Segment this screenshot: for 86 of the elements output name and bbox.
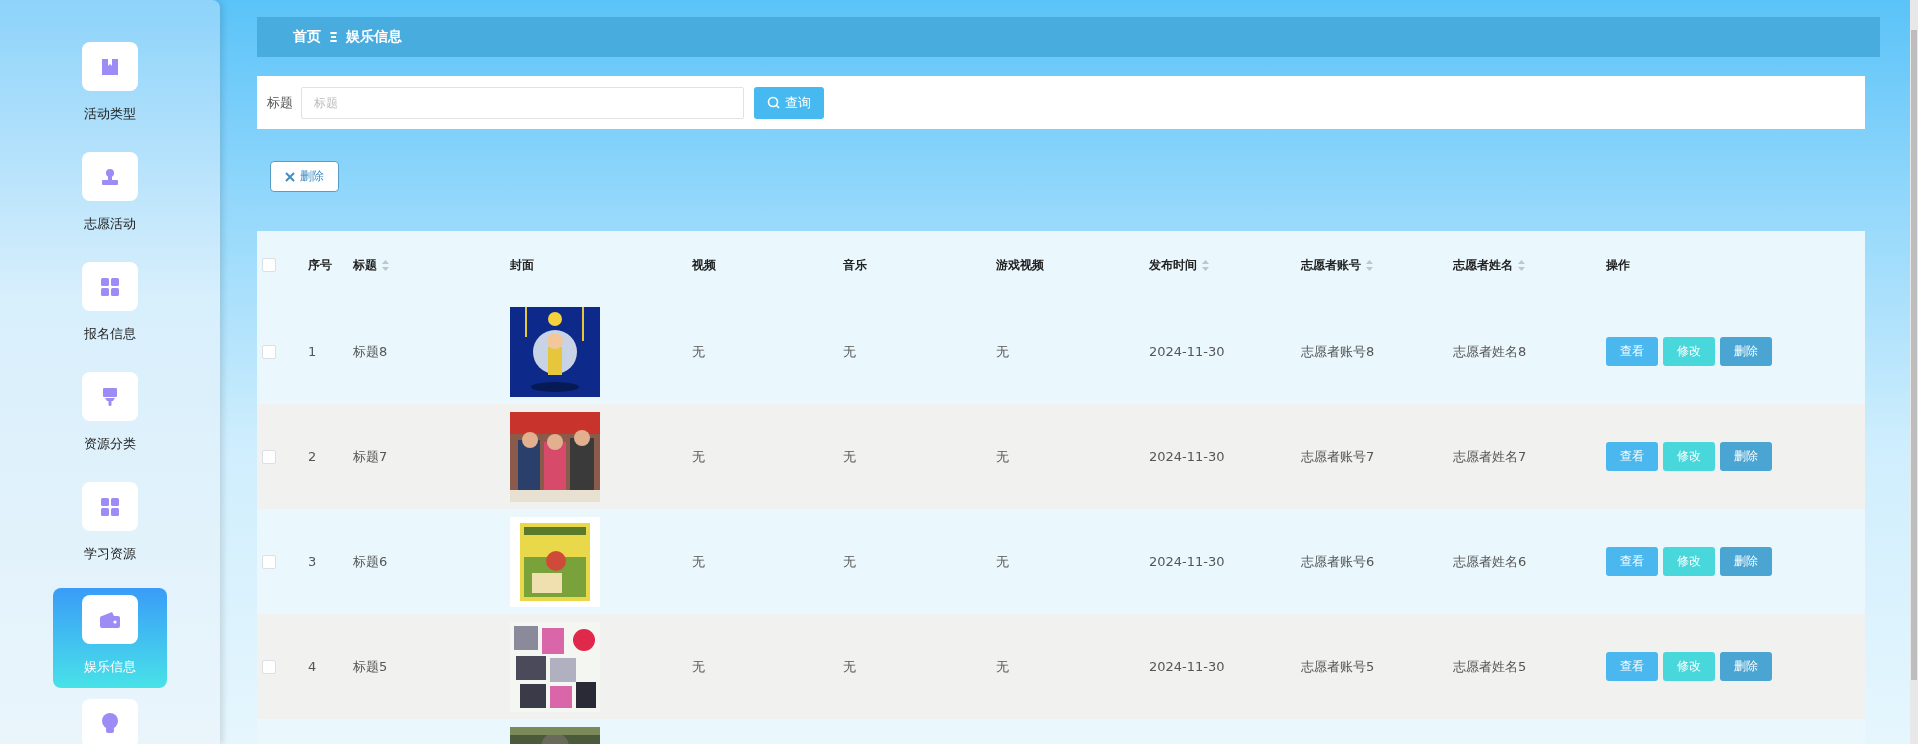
breadcrumb-separator: Ξ [329,29,338,45]
table-cell: 无 [843,447,856,466]
delete-button[interactable]: 删除 [1720,337,1772,366]
edit-button[interactable]: 修改 [1663,547,1715,576]
sidebar-item[interactable]: 志愿活动 [53,151,167,251]
table-cell: 志愿者姓名5 [1453,657,1527,676]
sort-icon[interactable] [382,259,389,271]
scrollbar[interactable] [1910,0,1918,744]
table-cell: 4 [308,659,317,674]
table-cell: 无 [996,657,1009,676]
column-header: 音乐 [843,256,867,274]
delete-button[interactable]: 删除 [1720,652,1772,681]
table-cell: 无 [843,342,856,361]
table-cell: 标题6 [353,552,388,571]
wallet-icon [100,611,120,628]
edit-button[interactable]: 修改 [1663,337,1715,366]
checkbox[interactable] [262,258,276,272]
lightbulb-icon [101,712,119,735]
column-header: 序号 [308,256,332,274]
table-cell: 标题7 [353,447,388,466]
table-cell: 无 [996,342,1009,361]
column-header[interactable]: 志愿者账号 [1301,256,1373,274]
delete-button[interactable]: 删除 [1720,442,1772,471]
close-icon [285,171,295,182]
column-header[interactable]: 标题 [353,256,389,274]
table-cell: 志愿者账号7 [1301,447,1375,466]
table-cell: 无 [996,552,1009,571]
column-header[interactable]: 志愿者姓名 [1453,256,1525,274]
sidebar-item[interactable]: 活动类型 [53,41,167,141]
sidebar-item[interactable]: 报名信息 [53,261,167,361]
column-header[interactable]: 发布时间 [1149,256,1209,274]
sort-icon[interactable] [1366,259,1373,271]
table-cell: 1 [308,344,317,359]
checkbox[interactable] [262,344,276,359]
view-button[interactable]: 查看 [1606,442,1658,471]
table-cell: 无 [692,342,705,361]
breadcrumb-current: 娱乐信息 [345,28,402,46]
view-button[interactable]: 查看 [1606,337,1658,366]
grid-icon [101,497,119,516]
sort-icon[interactable] [1202,259,1209,271]
column-header: 视频 [692,256,716,274]
checkbox[interactable] [262,659,276,674]
sidebar-item[interactable]: 资源分类 [53,371,167,471]
field-label: 标题 [267,93,293,112]
table-cell: 无 [692,447,705,466]
grid-icon [101,277,119,296]
edit-button[interactable]: 修改 [1663,652,1715,681]
table-cell: 3 [308,554,317,569]
table-cell: 2024-11-30 [1149,659,1225,674]
table-cell: 志愿者姓名8 [1453,342,1527,361]
view-button[interactable]: 查看 [1606,652,1658,681]
table-cell: 2024-11-30 [1149,554,1225,569]
table-cell: 志愿者账号8 [1301,342,1375,361]
table-cell: 志愿者账号5 [1301,657,1375,676]
view-button[interactable]: 查看 [1606,547,1658,576]
sidebar-item[interactable]: 学习资源 [53,481,167,581]
stamp-icon [101,167,119,186]
bookmark-icon [101,57,119,76]
column-header: 操作 [1606,256,1630,274]
edit-button[interactable]: 修改 [1663,442,1715,471]
table-cell: 2024-11-30 [1149,344,1225,359]
column-header: 游戏视频 [996,256,1044,274]
delete-button[interactable]: 删除 [1720,547,1772,576]
table-cell: 志愿者账号6 [1301,552,1375,571]
table-cell: 标题5 [353,657,388,676]
table-cell: 无 [692,552,705,571]
table-cell: 无 [843,552,856,571]
table-cell: 2 [308,449,317,464]
table-cell: 无 [692,657,705,676]
search-field[interactable]: 标题 [301,86,744,119]
table-cell: 无 [996,447,1009,466]
delete-button[interactable]: 删除 [270,161,339,192]
checkbox[interactable] [262,554,276,569]
column-header: 封面 [510,256,534,274]
table-cell: 无 [843,657,856,676]
search-icon [767,96,780,109]
table-cell: 标题8 [353,342,388,361]
checkbox[interactable] [262,449,276,464]
sort-icon[interactable] [1518,259,1525,271]
table-cell: 2024-11-30 [1149,449,1225,464]
breadcrumb-link[interactable]: 首页 [293,28,321,46]
table-cell: 志愿者姓名6 [1453,552,1527,571]
search-button[interactable]: 查询 [754,86,824,119]
brush-icon [102,387,118,406]
sidebar-item[interactable]: 娱乐信息 [53,588,167,688]
table-cell: 志愿者姓名7 [1453,447,1527,466]
